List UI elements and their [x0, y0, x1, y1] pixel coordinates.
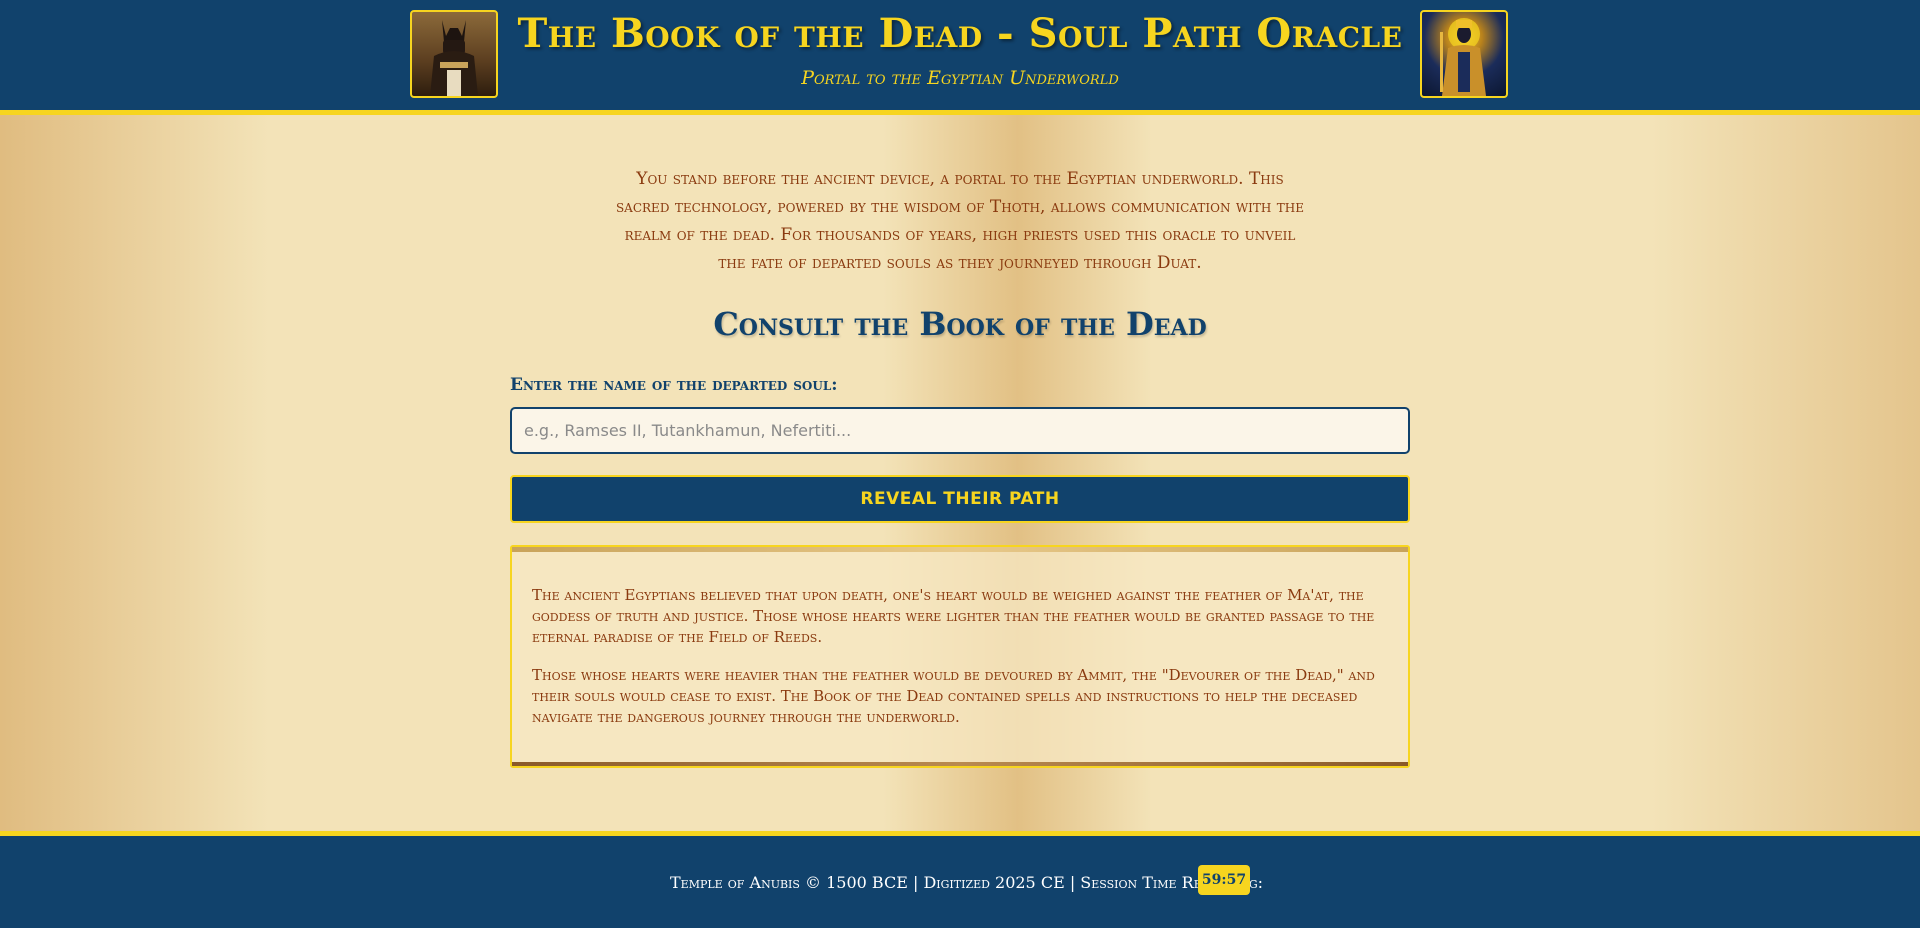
- site-title: The Book of the Dead - Soul Path Oracle: [517, 10, 1403, 57]
- lore-panel: The ancient Egyptians believed that upon…: [510, 545, 1410, 768]
- intro-text: You stand before the ancient device, a p…: [615, 169, 1305, 273]
- scroll-rim-bottom: [512, 762, 1408, 766]
- reveal-path-button[interactable]: REVEAL THEIR PATH: [510, 475, 1410, 523]
- soul-name-input[interactable]: [510, 407, 1410, 454]
- site-footer: Temple of Anubis © 1500 BCE | Digitized …: [0, 831, 1920, 928]
- session-timer-badge: 59:57: [1198, 865, 1250, 895]
- site-header: The Book of the Dead - Soul Path Oracle …: [0, 0, 1920, 115]
- lore-paragraph: The ancient Egyptians believed that upon…: [532, 586, 1375, 646]
- scroll-rim-top: [512, 547, 1408, 552]
- site-subtitle: Portal to the Egyptian Underworld: [801, 67, 1119, 89]
- consult-heading: Consult the Book of the Dead: [713, 305, 1207, 343]
- lore-paragraph: Those whose hearts were heavier than the…: [532, 666, 1375, 726]
- soul-name-label: Enter the name of the departed soul:: [510, 375, 838, 395]
- footer-text: Temple of Anubis © 1500 BCE | Digitized …: [670, 873, 1264, 892]
- main-content: You stand before the ancient device, a p…: [0, 115, 1920, 831]
